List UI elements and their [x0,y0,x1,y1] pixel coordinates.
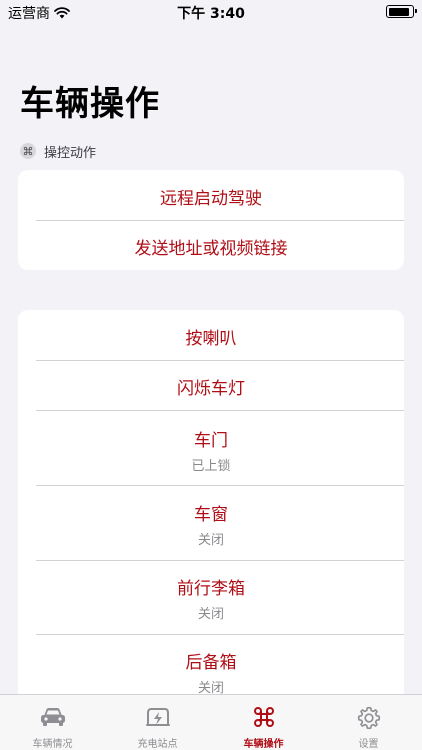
tab-label: 车辆操作 [243,739,284,750]
windows-label: 车窗 [194,505,228,525]
send-address-row[interactable]: 发送地址或视频链接 [18,234,404,259]
remote-actions-card: 远程启动驾驶 发送地址或视频链接 [18,170,404,270]
doors-label: 车门 [194,431,228,451]
send-address-label: 发送地址或视频链接 [134,239,288,259]
tab-charging-stations[interactable]: 充电站点 [105,695,210,750]
trunk-label: 后备箱 [185,653,237,673]
status-bar: 运营商 下午 3:40 [0,0,422,24]
charging-station-icon [145,708,170,726]
frunk-status: 关闭 [197,607,224,622]
tab-bar: 车辆情况 充电站点 车辆操作 设置 [0,694,422,750]
remote-start-label: 远程启动驾驶 [160,189,262,209]
page-title: 车辆操作 [20,84,160,124]
honk-horn-label: 按喇叭 [185,329,237,349]
divider [36,634,404,635]
section-header: 操控动作 [20,141,96,161]
vehicle-controls-card: 按喇叭 闪烁车灯 车门 已上锁 车窗 关闭 前行李箱 关闭 后备箱 关闭 [18,310,404,710]
screen: 运营商 下午 3:40 车辆操作 操控动作 远程启动驾驶 发送地址或视频链接 按… [0,0,422,750]
divider [36,560,404,561]
gear-icon [357,706,380,730]
windows-row[interactable]: 车窗 关闭 [18,500,404,548]
divider [36,485,404,486]
flash-lights-row[interactable]: 闪烁车灯 [18,374,404,399]
command-icon [253,707,274,727]
doors-status: 已上锁 [191,459,231,474]
divider [36,360,404,361]
command-icon [20,143,36,159]
honk-horn-row[interactable]: 按喇叭 [18,324,404,349]
frunk-row[interactable]: 前行李箱 关闭 [18,574,404,622]
tab-label: 充电站点 [137,739,178,750]
windows-status: 关闭 [197,533,224,548]
tab-label: 车辆情况 [32,739,73,750]
flash-lights-label: 闪烁车灯 [177,379,245,399]
tab-vehicle-controls[interactable]: 车辆操作 [211,695,316,750]
divider [36,220,404,221]
battery-icon [386,5,417,18]
tab-settings[interactable]: 设置 [316,695,421,750]
status-time: 下午 3:40 [177,6,245,22]
tab-label: 设置 [358,739,379,750]
section-header-label: 操控动作 [44,145,97,161]
frunk-label: 前行李箱 [177,579,245,599]
car-icon [40,708,65,726]
remote-start-row[interactable]: 远程启动驾驶 [18,184,404,209]
doors-row[interactable]: 车门 已上锁 [18,426,404,474]
tab-vehicle-status[interactable]: 车辆情况 [0,695,105,750]
trunk-row[interactable]: 后备箱 关闭 [18,648,404,696]
battery-level [388,7,409,16]
divider [36,410,404,411]
